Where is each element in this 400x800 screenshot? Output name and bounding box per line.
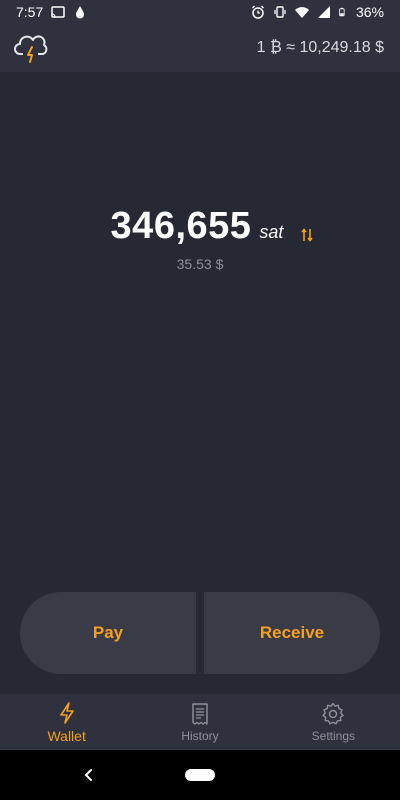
wifi-icon [294, 7, 309, 18]
home-button[interactable] [185, 769, 215, 781]
back-chevron-icon[interactable] [80, 765, 98, 785]
alarm-icon [252, 5, 264, 19]
system-nav-bar [0, 750, 400, 800]
balance-display[interactable]: 346,655 sat 35.53 $ [0, 205, 400, 272]
status-right: 36% [251, 4, 384, 20]
status-left: 7:57 [16, 4, 87, 20]
status-time: 7:57 [16, 4, 44, 20]
balance-amount: 346,655 [110, 205, 252, 247]
nav-item-settings[interactable]: Settings [267, 694, 400, 750]
receipt-icon [192, 702, 208, 725]
vibrate-icon [274, 6, 286, 18]
exchange-rate: 1 ₿ ≈ 10,249.18 $ [256, 39, 384, 56]
app-header: 1 ₿ ≈ 10,249.18 $ [0, 24, 400, 72]
battery-percent: 36% [355, 4, 384, 20]
battery-icon [339, 7, 345, 17]
drop-icon [76, 6, 85, 19]
bottom-nav: Wallet History Settings [0, 694, 400, 750]
receive-button[interactable]: Receive [204, 592, 380, 674]
balance-row: 346,655 sat [111, 205, 314, 248]
lightning-icon [59, 701, 74, 724]
lightning-cloud-icon[interactable] [14, 32, 50, 64]
nav-item-wallet[interactable]: Wallet [0, 694, 133, 750]
nav-label-history: History [181, 728, 219, 743]
status-bar: 7:57 36% [0, 0, 400, 24]
nav-item-history[interactable]: History [133, 694, 266, 750]
action-buttons: Pay Receive [20, 592, 380, 674]
cast-icon [51, 6, 65, 18]
balance-fiat: 35.53 $ [176, 256, 224, 272]
nav-label-settings: Settings [311, 728, 355, 743]
nav-label-wallet: Wallet [47, 727, 86, 744]
gear-icon [322, 702, 345, 724]
signal-icon [317, 6, 330, 18]
swap-arrows-icon[interactable] [301, 228, 314, 242]
balance-unit: sat [259, 222, 284, 242]
pay-button[interactable]: Pay [20, 592, 196, 674]
